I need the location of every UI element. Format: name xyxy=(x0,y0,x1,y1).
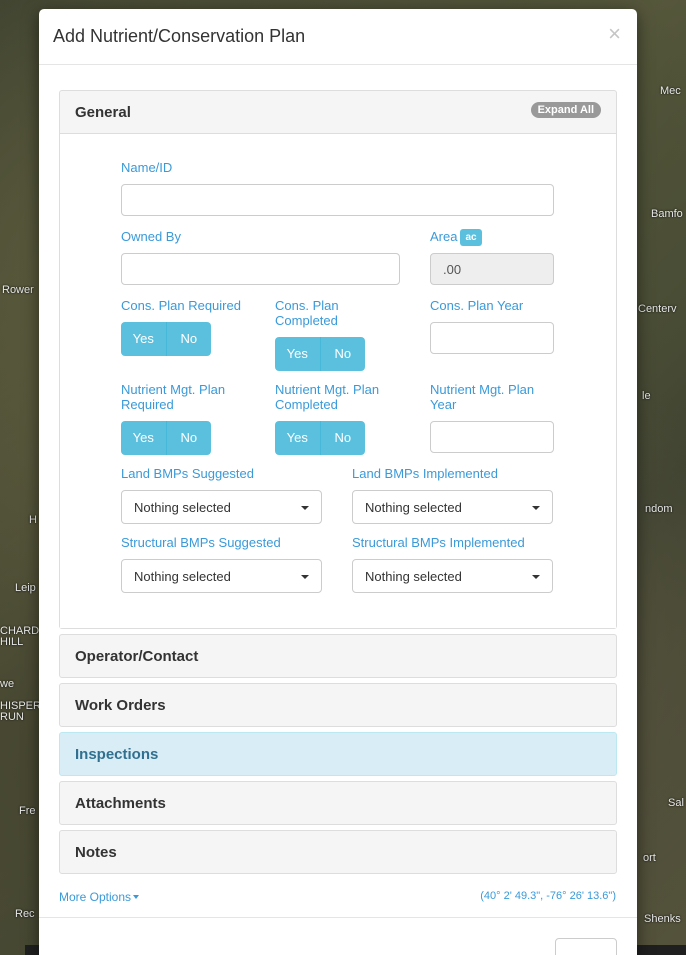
general-panel-header[interactable]: General Expand All xyxy=(60,91,616,133)
coordinates-link[interactable]: (40° 2' 49.3", -76° 26' 13.6") xyxy=(480,890,616,902)
area-unit-badge: ac xyxy=(460,229,482,246)
nutrient-plan-required-toggle: Yes No xyxy=(121,421,211,455)
area-input[interactable] xyxy=(430,253,554,285)
map-label: Bamfo xyxy=(651,208,683,220)
map-label: RUN xyxy=(0,711,24,723)
map-label: le xyxy=(642,390,651,402)
structural-bmps-suggested-select[interactable]: Nothing selected xyxy=(121,559,322,593)
map-label: H xyxy=(29,514,37,526)
inspections-title: Inspections xyxy=(75,746,159,763)
attachments-panel[interactable]: Attachments xyxy=(59,781,617,825)
cons-plan-completed-label: Cons. Plan Completed xyxy=(275,298,339,328)
nutrient-plan-completed-toggle: Yes No xyxy=(275,421,365,455)
add-plan-modal: Add Nutrient/Conservation Plan × General… xyxy=(39,9,637,955)
yes-button[interactable]: Yes xyxy=(275,421,320,455)
owned-by-input[interactable] xyxy=(121,253,400,285)
map-label: HILL xyxy=(0,636,24,648)
nutrient-plan-year-input[interactable] xyxy=(430,421,554,453)
expand-all-button[interactable]: Expand All xyxy=(530,102,601,118)
map-label: Sal xyxy=(668,797,684,809)
nutrient-plan-completed-label: Nutrient Mgt. Plan Completed xyxy=(275,382,380,412)
footer-button[interactable] xyxy=(555,938,617,955)
cons-plan-completed-toggle: Yes No xyxy=(275,337,365,371)
caret-down-icon xyxy=(301,575,309,579)
map-label: ort xyxy=(643,852,656,864)
yes-button[interactable]: Yes xyxy=(121,421,166,455)
name-label: Name/ID xyxy=(121,160,173,175)
no-button[interactable]: No xyxy=(165,322,211,356)
select-value: Nothing selected xyxy=(365,569,462,584)
map-label: Rower xyxy=(2,284,34,296)
nutrient-plan-year-label: Nutrient Mgt. Plan Year xyxy=(430,382,535,412)
structural-bmps-suggested-label: Structural BMPs Suggested xyxy=(121,535,281,550)
cons-plan-year-label: Cons. Plan Year xyxy=(430,298,524,313)
map-label: Shenks xyxy=(644,913,681,925)
structural-bmps-implemented-select[interactable]: Nothing selected xyxy=(352,559,553,593)
area-label: Area ac xyxy=(430,229,482,246)
no-button[interactable]: No xyxy=(319,421,365,455)
operator-contact-panel[interactable]: Operator/Contact xyxy=(59,634,617,678)
cons-plan-required-label: Cons. Plan Required xyxy=(121,298,241,313)
land-bmps-implemented-select[interactable]: Nothing selected xyxy=(352,490,553,524)
area-label-text: Area xyxy=(430,229,458,244)
general-panel-title: General xyxy=(75,104,131,121)
modal-header: Add Nutrient/Conservation Plan × xyxy=(39,9,637,65)
nutrient-plan-required-label: Nutrient Mgt. Plan Required xyxy=(121,382,226,412)
no-button[interactable]: No xyxy=(165,421,211,455)
map-label: Rec xyxy=(15,908,35,920)
attachments-title: Attachments xyxy=(75,795,166,812)
name-input[interactable] xyxy=(121,184,554,216)
yes-button[interactable]: Yes xyxy=(121,322,166,356)
operator-contact-title: Operator/Contact xyxy=(75,648,199,665)
work-orders-title: Work Orders xyxy=(75,697,166,714)
panel-header: Notes xyxy=(60,831,616,873)
select-value: Nothing selected xyxy=(365,500,462,515)
panel-header: Work Orders xyxy=(60,684,616,726)
cons-plan-required-toggle: Yes No xyxy=(121,322,211,356)
general-panel-body: Name/ID Owned By Areaac Cons. Plan Requi… xyxy=(60,133,616,628)
panel-header: Operator/Contact xyxy=(60,635,616,677)
map-label: ndom xyxy=(645,503,673,515)
structural-bmps-implemented-label: Structural BMPs Implemented xyxy=(352,535,525,550)
general-panel: General Expand All Name/ID Owned By Area… xyxy=(59,90,617,629)
no-button[interactable]: No xyxy=(319,337,365,371)
select-value: Nothing selected xyxy=(134,569,231,584)
caret-down-icon xyxy=(532,575,540,579)
land-bmps-suggested-select[interactable]: Nothing selected xyxy=(121,490,322,524)
modal-title: Add Nutrient/Conservation Plan xyxy=(53,26,306,46)
work-orders-panel[interactable]: Work Orders xyxy=(59,683,617,727)
map-label: Leip xyxy=(15,582,36,594)
panel-header: Attachments xyxy=(60,782,616,824)
owned-by-label: Owned By xyxy=(121,229,181,244)
inspections-panel[interactable]: Inspections xyxy=(59,732,617,776)
select-value: Nothing selected xyxy=(134,500,231,515)
panel-header: Inspections xyxy=(60,733,616,775)
map-label: Mec xyxy=(660,85,681,97)
map-label: we xyxy=(0,678,15,690)
more-options-label: More Options xyxy=(59,890,132,904)
close-icon[interactable]: × xyxy=(608,23,621,45)
map-label: Fre xyxy=(19,805,36,817)
caret-down-icon xyxy=(133,895,140,899)
land-bmps-suggested-label: Land BMPs Suggested xyxy=(121,466,254,481)
map-label: Centerv xyxy=(638,303,677,315)
modal-footer xyxy=(39,917,637,955)
caret-down-icon xyxy=(532,506,540,510)
notes-panel[interactable]: Notes xyxy=(59,830,617,874)
caret-down-icon xyxy=(301,506,309,510)
yes-button[interactable]: Yes xyxy=(275,337,320,371)
land-bmps-implemented-label: Land BMPs Implemented xyxy=(352,466,498,481)
notes-title: Notes xyxy=(75,844,117,861)
more-options-link[interactable]: More Options xyxy=(59,890,140,904)
cons-plan-year-input[interactable] xyxy=(430,322,554,354)
